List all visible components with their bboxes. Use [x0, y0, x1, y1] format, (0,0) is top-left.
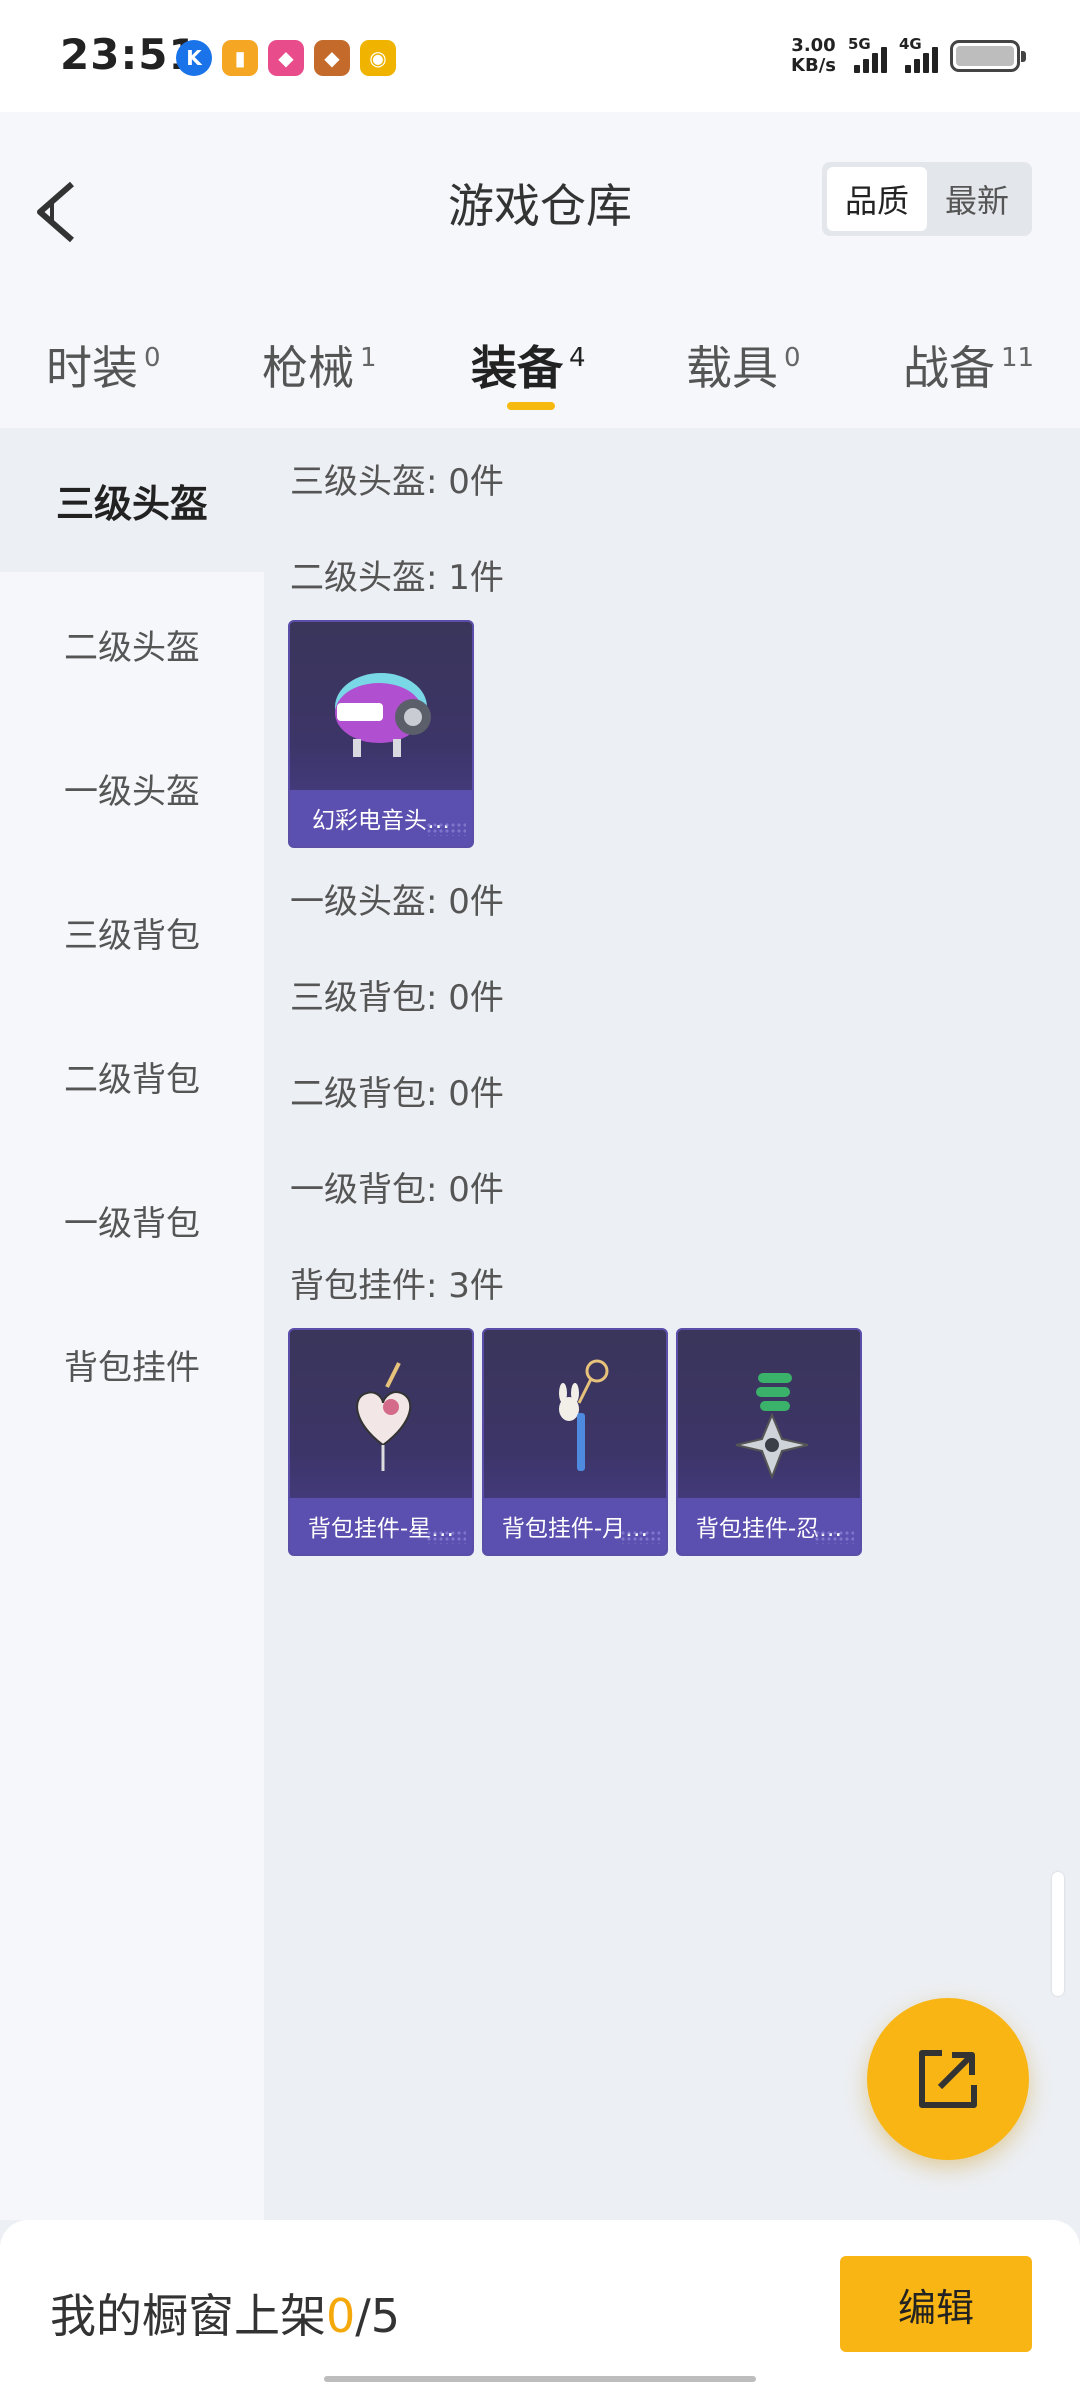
tab-count: 11	[1001, 343, 1035, 373]
category-tabs: 时装 0 枪械 1 装备 4 载具 0 战备 11	[0, 312, 1080, 428]
item-name: 幻彩电音头…	[290, 790, 472, 846]
heart-pendant-icon	[290, 1330, 472, 1506]
tab-label: 战备	[903, 341, 995, 395]
shuriken-pendant-icon	[678, 1330, 860, 1506]
tab-equipment[interactable]: 装备 4	[471, 332, 586, 398]
showcase-status: 我的橱窗上架0/5	[50, 2280, 400, 2346]
net-speed: 3.00 KB/s	[791, 36, 836, 76]
scrollbar[interactable]	[1052, 1872, 1064, 1996]
net-speed-unit: KB/s	[791, 55, 836, 76]
category-sidebar: 三级头盔 二级头盔 一级头盔 三级背包 二级背包 一级背包 背包挂件	[0, 428, 264, 2220]
battery-icon	[950, 40, 1026, 72]
tab-count: 0	[144, 343, 161, 373]
status-app-icons: K ▮ ◆ ◆ ◉	[176, 40, 396, 76]
tab-count: 1	[360, 343, 377, 373]
item-card[interactable]: 幻彩电音头…	[288, 620, 474, 848]
helmet-icon	[290, 622, 472, 798]
edit-button[interactable]: 编辑	[840, 2256, 1032, 2352]
signal-5g-label: 5G	[848, 35, 871, 53]
active-tab-indicator	[507, 402, 555, 410]
app-icon: ◆	[314, 40, 350, 76]
showcase-total: /5	[355, 2289, 401, 2343]
sidebar-item-backpack-pendant[interactable]: 背包挂件	[0, 1292, 264, 1436]
sidebar-item-lv2-helmet[interactable]: 二级头盔	[0, 572, 264, 716]
share-icon	[919, 2050, 977, 2108]
notes-icon: ▮	[222, 40, 258, 76]
item-card[interactable]: 背包挂件-忍…	[676, 1328, 862, 1556]
item-name: 背包挂件-月…	[484, 1498, 666, 1554]
tab-label: 时装	[46, 341, 138, 395]
section-header: 三级头盔: 0件	[290, 462, 504, 502]
tab-label: 枪械	[262, 341, 354, 395]
showcase-label: 我的橱窗上架	[50, 2289, 326, 2343]
tab-fashion[interactable]: 时装 0	[46, 332, 161, 398]
sidebar-item-lv2-backpack[interactable]: 二级背包	[0, 1004, 264, 1148]
net-speed-value: 3.00	[791, 35, 836, 56]
share-button[interactable]	[867, 1998, 1029, 2160]
signal-4g-label: 4G	[899, 35, 922, 53]
sort-quality-button[interactable]: 品质	[827, 167, 927, 231]
sort-toggle: 品质 最新	[822, 162, 1032, 236]
sidebar-item-lv3-helmet[interactable]: 三级头盔	[0, 428, 264, 572]
tab-supplies[interactable]: 战备 11	[903, 332, 1034, 398]
section-header: 二级头盔: 1件	[290, 558, 504, 598]
section-header: 一级背包: 0件	[290, 1170, 504, 1210]
section-header: 背包挂件: 3件	[290, 1266, 504, 1306]
item-list: 三级头盔: 0件 二级头盔: 1件 幻彩电音头… 一级头盔: 0件 三级背包: …	[264, 428, 1080, 2220]
tab-label: 载具	[686, 341, 778, 395]
signal-4g-icon: 4G	[899, 35, 938, 73]
tab-vehicles[interactable]: 载具 0	[686, 332, 801, 398]
item-name: 背包挂件-忍…	[678, 1498, 860, 1554]
sidebar-item-lv3-backpack[interactable]: 三级背包	[0, 860, 264, 1004]
tab-label: 装备	[471, 341, 563, 395]
showcase-footer: 我的橱窗上架0/5 编辑	[0, 2220, 1080, 2388]
home-indicator[interactable]	[324, 2376, 756, 2382]
weibo-icon: ◉	[360, 40, 396, 76]
tab-firearms[interactable]: 枪械 1	[262, 332, 377, 398]
section-header: 二级背包: 0件	[290, 1074, 504, 1114]
rabbit-pendant-icon	[484, 1330, 666, 1506]
tab-count: 4	[569, 343, 586, 373]
k-icon: K	[176, 40, 212, 76]
item-card[interactable]: 背包挂件-月…	[482, 1328, 668, 1556]
showcase-current-count: 0	[326, 2289, 356, 2343]
sort-latest-button[interactable]: 最新	[927, 167, 1027, 231]
item-name: 背包挂件-星…	[290, 1498, 472, 1554]
app-icon: ◆	[268, 40, 304, 76]
status-bar: 23:51 K ▮ ◆ ◆ ◉ 3.00 KB/s 5G 4G	[0, 0, 1080, 112]
header: 游戏仓库 品质 最新 时装 0 枪械 1 装备 4 载具 0 战备 11	[0, 112, 1080, 428]
tab-count: 0	[784, 343, 801, 373]
sidebar-item-lv1-helmet[interactable]: 一级头盔	[0, 716, 264, 860]
section-header: 三级背包: 0件	[290, 978, 504, 1018]
item-card[interactable]: 背包挂件-星…	[288, 1328, 474, 1556]
signal-5g-icon: 5G	[848, 35, 887, 73]
section-header: 一级头盔: 0件	[290, 882, 504, 922]
sidebar-item-lv1-backpack[interactable]: 一级背包	[0, 1148, 264, 1292]
